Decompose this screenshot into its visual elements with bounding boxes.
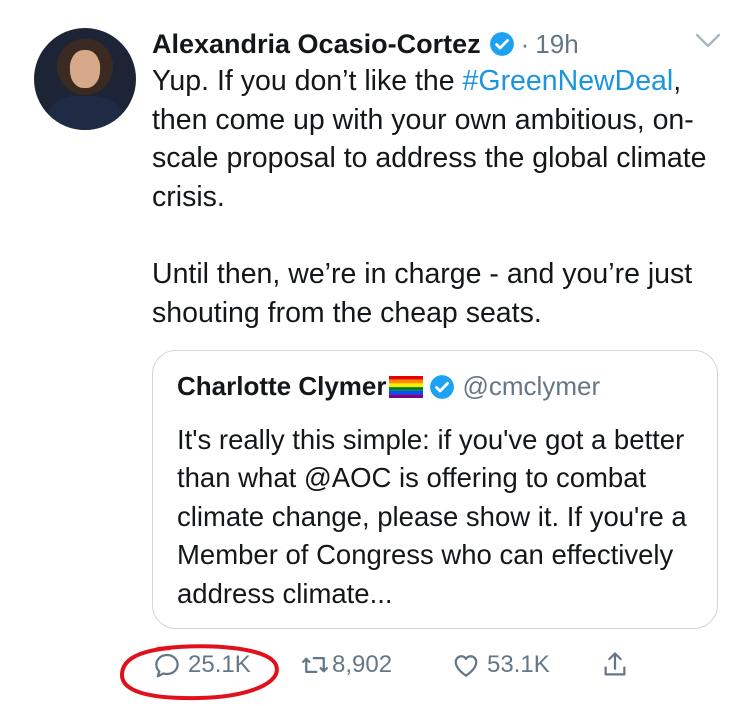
separator-dot: · <box>520 28 530 59</box>
retweet-icon <box>302 657 328 673</box>
rainbow-flag-icon <box>388 375 423 398</box>
tweet-actions: 25.1K 8,902 53.1K <box>0 640 750 700</box>
tweet-text: Yup. If you don’t like the #GreenNewDeal… <box>152 62 732 332</box>
timestamp[interactable]: 19h <box>535 29 578 60</box>
tweet-text-start: Yup. If you don’t like the <box>152 65 463 97</box>
quoted-tweet-header: Charlotte Clymer @cmclymer <box>177 371 600 402</box>
share-button[interactable] <box>600 650 630 680</box>
chevron-down-icon[interactable] <box>694 32 722 50</box>
quoted-tweet[interactable]: Charlotte Clymer @cmclymer It's really t… <box>152 350 718 629</box>
quoted-tweet-text: It's really this simple: if you've got a… <box>177 424 695 609</box>
author-name[interactable]: Alexandria Ocasio-Cortez <box>152 29 481 60</box>
avatar-face <box>70 50 100 88</box>
verified-badge-icon <box>489 32 514 56</box>
avatar-body <box>48 96 122 130</box>
tweet[interactable]: Alexandria Ocasio-Cortez · 19h Yup. If y… <box>0 0 750 706</box>
tweet-header: Alexandria Ocasio-Cortez · 19h <box>152 24 579 64</box>
like-count: 53.1K <box>487 651 550 678</box>
tweet-text-rest: , then come up with your own ambitious, … <box>152 65 707 329</box>
quoted-author-name: Charlotte Clymer <box>177 371 387 401</box>
avatar[interactable] <box>34 28 136 130</box>
quoted-author-handle: @cmclymer <box>462 371 601 401</box>
verified-badge-icon <box>429 374 454 399</box>
like-icon <box>454 655 478 677</box>
share-icon <box>604 652 626 676</box>
annotation-circle <box>119 644 279 701</box>
hashtag-link[interactable]: #GreenNewDeal <box>463 65 674 97</box>
retweet-count: 8,902 <box>332 651 393 678</box>
like-button[interactable]: 53.1K <box>451 650 550 680</box>
retweet-button[interactable]: 8,902 <box>300 650 392 680</box>
